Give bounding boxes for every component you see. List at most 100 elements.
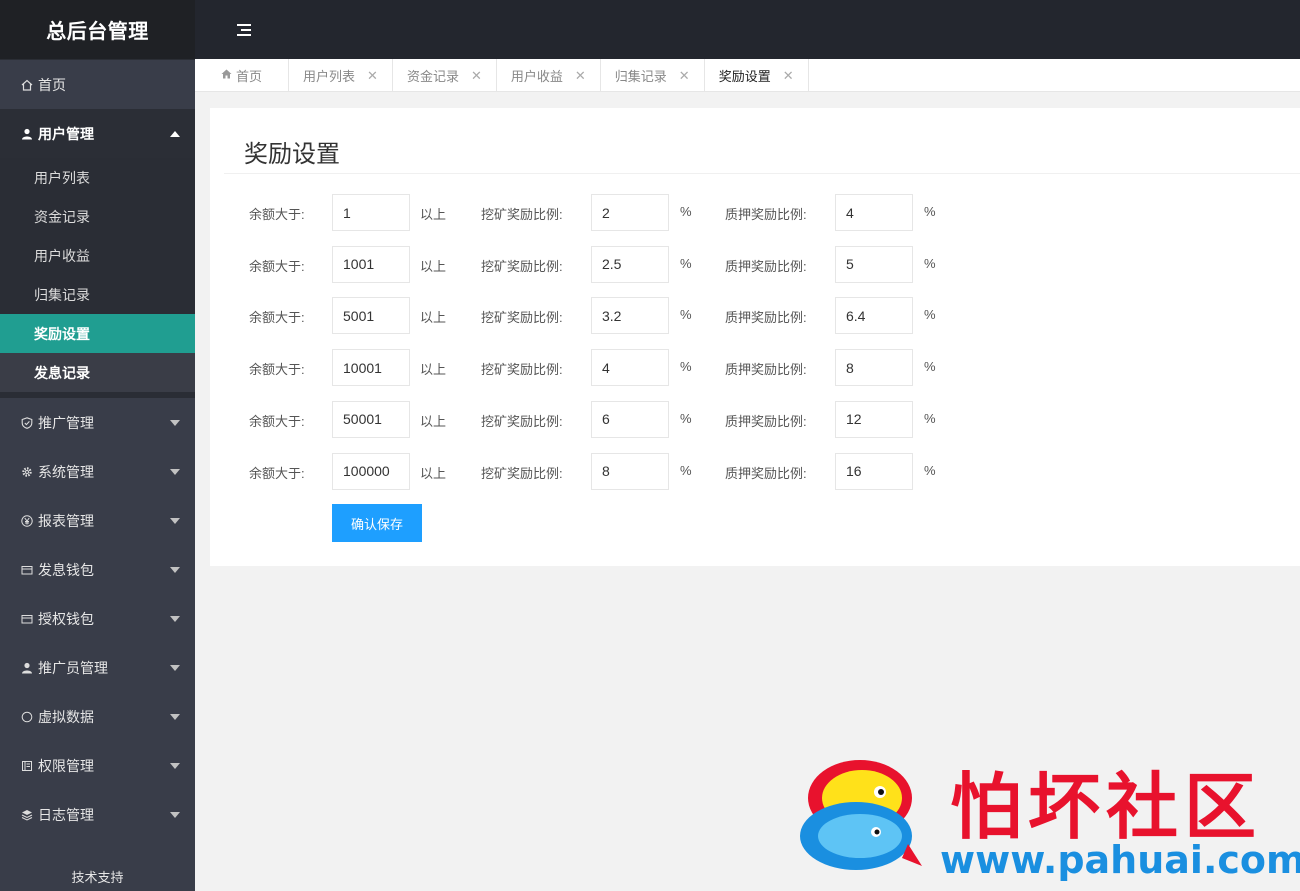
balance-input[interactable] xyxy=(332,349,410,387)
pledge-ratio-input[interactable] xyxy=(835,245,913,283)
close-icon[interactable]: ✕ xyxy=(783,68,794,84)
above-label: 以上 xyxy=(420,258,447,274)
sidebar-item-promotion[interactable]: 推广管理 xyxy=(0,398,195,447)
sidebar-item-user-earnings[interactable]: 用户收益 xyxy=(0,236,195,275)
mining-ratio-input[interactable] xyxy=(591,452,669,490)
mining-ratio-input[interactable] xyxy=(591,245,669,283)
pledge-ratio-input[interactable] xyxy=(835,349,913,387)
sidebar-item-label: 首页 xyxy=(38,76,66,93)
tech-support-link[interactable]: 技术支持 xyxy=(0,861,195,891)
chevron-down-icon xyxy=(170,468,180,475)
percent-label: % xyxy=(924,307,936,323)
percent-label: % xyxy=(924,462,936,478)
tab-fund-records[interactable]: 资金记录 ✕ xyxy=(393,59,497,92)
sidebar-item-label: 授权钱包 xyxy=(38,610,94,627)
close-icon[interactable]: ✕ xyxy=(575,68,586,84)
chevron-up-icon xyxy=(170,130,180,137)
tab-collection-records[interactable]: 归集记录 ✕ xyxy=(601,59,705,92)
sidebar-item-collection-records[interactable]: 归集记录 xyxy=(0,275,195,314)
pledge-ratio-input[interactable] xyxy=(835,297,913,335)
sidebar-nav: 首页 用户管理 用户列表 资金记录 用户收益 归集记录 奖励设置 发息记录 推广… xyxy=(0,60,195,839)
pledge-ratio-input[interactable] xyxy=(835,194,913,231)
percent-label: % xyxy=(680,462,692,478)
close-icon[interactable]: ✕ xyxy=(679,68,690,84)
reward-row: 余额大于: 以上 挖矿奖励比例:% 质押奖励比例:% xyxy=(210,349,1300,387)
sidebar-item-label: 权限管理 xyxy=(38,757,94,774)
sidebar-item-permissions[interactable]: 权限管理 xyxy=(0,741,195,790)
pledge-ratio-input[interactable] xyxy=(835,400,913,438)
sidebar-item-reward-settings[interactable]: 奖励设置 xyxy=(0,314,195,353)
tab-label: 首页 xyxy=(236,69,263,84)
book-icon xyxy=(20,759,34,773)
sidebar-item-interest-wallet[interactable]: 发息钱包 xyxy=(0,545,195,594)
sidebar-item-label: 推广管理 xyxy=(38,414,94,431)
reward-row: 余额大于: 以上 挖矿奖励比例:% 质押奖励比例:% xyxy=(210,297,1300,335)
wallet-icon xyxy=(20,563,34,577)
sidebar-item-fund-records[interactable]: 资金记录 xyxy=(0,197,195,236)
tab-reward-settings[interactable]: 奖励设置 ✕ xyxy=(705,59,809,92)
sidebar-item-home[interactable]: 首页 xyxy=(0,60,195,109)
title-divider xyxy=(224,173,1300,174)
pledge-ratio-label: 质押奖励比例: xyxy=(725,413,807,429)
mining-ratio-input[interactable] xyxy=(591,194,669,231)
pledge-ratio-label: 质押奖励比例: xyxy=(725,362,807,378)
mining-ratio-input[interactable] xyxy=(591,349,669,387)
watermark: 怕坏社区 www.pahuai.com xyxy=(790,748,1300,882)
above-label: 以上 xyxy=(420,362,447,378)
tab-user-list[interactable]: 用户列表 ✕ xyxy=(289,59,393,92)
chevron-down-icon xyxy=(170,566,180,573)
mining-ratio-input[interactable] xyxy=(591,297,669,335)
tab-label: 归集记录 xyxy=(614,69,667,84)
sidebar-item-virtual-data[interactable]: 虚拟数据 xyxy=(0,692,195,741)
balance-label: 余额大于: xyxy=(249,258,305,274)
balance-input[interactable] xyxy=(332,452,410,490)
percent-label: % xyxy=(680,255,692,271)
gear-icon xyxy=(20,465,34,479)
tab-label: 用户列表 xyxy=(303,69,356,84)
page-title: 奖励设置 xyxy=(244,141,340,168)
save-button[interactable]: 确认保存 xyxy=(332,504,422,542)
reward-row: 余额大于: 以上 挖矿奖励比例:% 质押奖励比例:% xyxy=(210,245,1300,284)
chevron-down-icon xyxy=(170,762,180,769)
balance-input[interactable] xyxy=(332,245,410,283)
percent-label: % xyxy=(680,204,692,219)
pledge-ratio-label: 质押奖励比例: xyxy=(725,310,807,326)
pledge-ratio-input[interactable] xyxy=(835,452,913,490)
balance-input[interactable] xyxy=(332,194,410,231)
sidebar-item-reports[interactable]: 报表管理 xyxy=(0,496,195,545)
sidebar-item-interest-records[interactable]: 发息记录 xyxy=(0,353,195,392)
tab-label: 用户收益 xyxy=(510,69,563,84)
sidebar-item-user-list[interactable]: 用户列表 xyxy=(0,158,195,197)
above-label: 以上 xyxy=(420,465,447,481)
percent-label: % xyxy=(924,255,936,271)
balance-label: 余额大于: xyxy=(249,413,305,429)
shield-icon xyxy=(20,416,34,430)
chevron-down-icon xyxy=(170,615,180,622)
balance-input[interactable] xyxy=(332,400,410,438)
menu-toggle-icon[interactable] xyxy=(237,24,251,36)
close-icon[interactable]: ✕ xyxy=(367,68,378,84)
balance-label: 余额大于: xyxy=(249,310,305,326)
sidebar-item-auth-wallet[interactable]: 授权钱包 xyxy=(0,594,195,643)
tab-home[interactable]: 首页 xyxy=(195,59,290,92)
reward-settings-card: 奖励设置 余额大于:以上挖矿奖励比例:%质押奖励比例:%余额大于:以上挖矿奖励比… xyxy=(210,108,1300,566)
sidebar-item-logs[interactable]: 日志管理 xyxy=(0,790,195,839)
mining-ratio-input[interactable] xyxy=(591,400,669,438)
sidebar: 总后台管理 首页 用户管理 用户列表 资金记录 用户收益 归集记录 奖励设置 发… xyxy=(0,0,195,891)
pledge-ratio-label: 质押奖励比例: xyxy=(725,465,807,481)
above-label: 以上 xyxy=(420,207,447,222)
chevron-down-icon xyxy=(170,419,180,426)
balance-label: 余额大于: xyxy=(249,362,305,378)
percent-label: % xyxy=(680,307,692,323)
sidebar-item-promoters[interactable]: 推广员管理 xyxy=(0,643,195,692)
percent-label: % xyxy=(924,204,936,219)
sidebar-item-user-management[interactable]: 用户管理 xyxy=(0,109,195,158)
yen-icon xyxy=(20,514,34,528)
sidebar-item-label: 发息钱包 xyxy=(38,561,94,578)
tab-user-earnings[interactable]: 用户收益 ✕ xyxy=(497,59,601,92)
close-icon[interactable]: ✕ xyxy=(471,68,482,84)
reward-row: 余额大于: 以上 挖矿奖励比例:% 质押奖励比例:% xyxy=(210,452,1300,491)
balance-input[interactable] xyxy=(332,297,410,335)
sidebar-item-system[interactable]: 系统管理 xyxy=(0,447,195,496)
chevron-down-icon xyxy=(170,664,180,671)
